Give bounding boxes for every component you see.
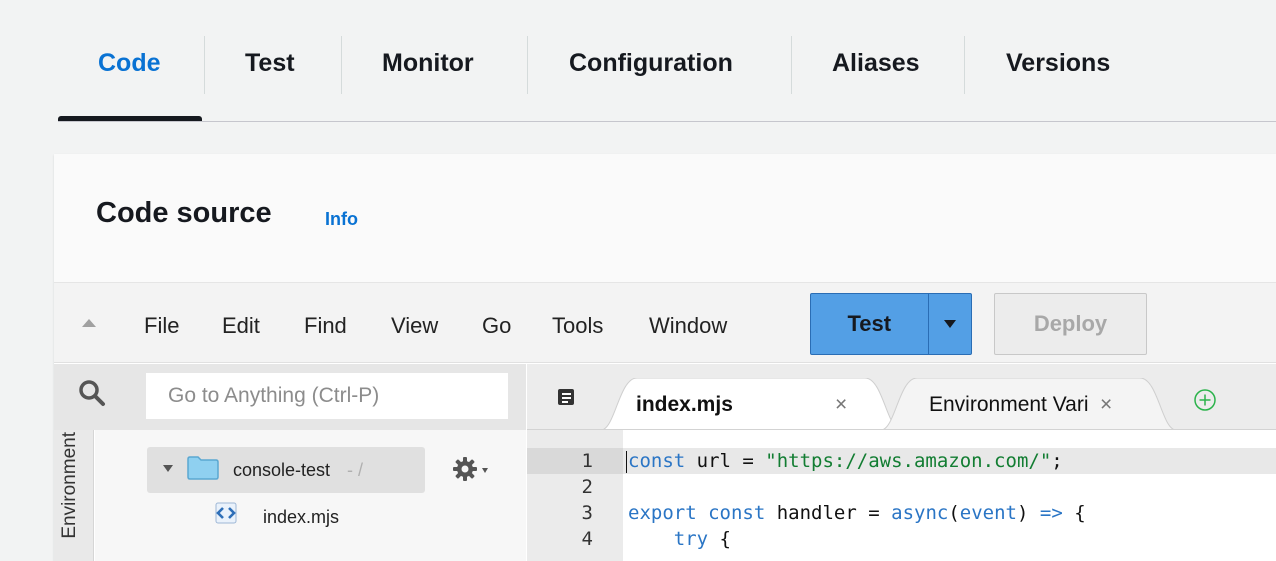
tab-versions[interactable]: Versions xyxy=(1006,0,1110,122)
environment-sidebar-tab[interactable]: Environment xyxy=(54,430,94,561)
editor-tab-label: index.mjs xyxy=(636,393,733,416)
active-tab-indicator xyxy=(58,116,202,121)
line-number: 4 xyxy=(581,528,593,550)
file-tree: console-test - / index.mjs xyxy=(95,430,526,561)
tree-root-path: - / xyxy=(347,460,363,480)
tab-separator xyxy=(791,36,792,94)
go-to-anything-input[interactable] xyxy=(146,373,508,419)
code-line[interactable]: 2 xyxy=(527,474,1276,500)
menu-view[interactable]: View xyxy=(391,313,438,339)
collapse-up-icon[interactable] xyxy=(82,319,96,327)
tree-root-folder[interactable]: console-test - / xyxy=(147,447,425,493)
ide-menubar: File Edit Find View Go Tools Window Test… xyxy=(54,283,1276,363)
text-cursor xyxy=(626,451,627,473)
function-tabs: Code Test Monitor Configuration Aliases … xyxy=(58,0,1276,122)
close-tab-icon[interactable]: × xyxy=(835,393,847,417)
code-line[interactable]: 1 const url = "https://aws.amazon.com/"; xyxy=(527,448,1276,474)
code-editor-ide: File Edit Find View Go Tools Window Test… xyxy=(54,282,1276,561)
code-source-panel: Code source Info File Edit Find View Go … xyxy=(54,154,1276,561)
tab-separator xyxy=(204,36,205,94)
environment-label: Environment xyxy=(59,432,80,539)
code-line-content xyxy=(623,474,1276,500)
line-number: 2 xyxy=(581,476,593,498)
menu-file[interactable]: File xyxy=(144,313,179,339)
editor-tab-index-mjs[interactable]: index.mjs × xyxy=(601,378,901,429)
code-line-content: try { xyxy=(673,528,731,550)
info-link[interactable]: Info xyxy=(325,209,358,230)
tree-file-index-mjs[interactable]: index.mjs xyxy=(263,507,339,528)
tab-monitor[interactable]: Monitor xyxy=(382,0,474,122)
gear-icon[interactable] xyxy=(452,456,478,482)
menu-window[interactable]: Window xyxy=(649,313,727,339)
code-editor[interactable]: 1 const url = "https://aws.amazon.com/";… xyxy=(527,430,1276,561)
panel-header: Code source Info xyxy=(54,154,1276,282)
tab-separator xyxy=(341,36,342,94)
tab-aliases[interactable]: Aliases xyxy=(832,0,920,122)
search-icon[interactable] xyxy=(78,379,106,407)
editor-tab-bar: index.mjs × Environment Vari × xyxy=(527,364,1276,430)
close-tab-icon[interactable]: × xyxy=(1100,393,1112,417)
search-bar xyxy=(54,364,526,430)
js-file-icon xyxy=(215,502,237,524)
test-button[interactable]: Test xyxy=(811,311,928,337)
test-split-button[interactable]: Test xyxy=(810,293,972,355)
panel-title: Code source xyxy=(96,197,272,229)
tab-test[interactable]: Test xyxy=(245,0,295,122)
line-number: 1 xyxy=(527,448,623,474)
line-number: 3 xyxy=(581,502,593,524)
tree-root-name: console-test xyxy=(233,460,331,480)
code-line[interactable]: 4 try { xyxy=(527,526,1276,552)
gear-caret-icon xyxy=(482,468,488,473)
tab-separator xyxy=(964,36,965,94)
tab-separator xyxy=(527,36,528,94)
editor-tab-environment-variables[interactable]: Environment Vari × xyxy=(881,378,1176,429)
caret-down-icon xyxy=(943,320,956,328)
code-line-content: export const handler = async(event) => { xyxy=(628,502,1086,524)
menu-go[interactable]: Go xyxy=(482,313,511,339)
deploy-button[interactable]: Deploy xyxy=(994,293,1147,355)
expand-arrow-icon[interactable] xyxy=(163,465,173,472)
editor-tab-label: Environment Vari xyxy=(929,393,1089,416)
tab-code[interactable]: Code xyxy=(98,0,161,122)
tab-configuration[interactable]: Configuration xyxy=(569,0,733,122)
tab-list-icon[interactable] xyxy=(557,388,575,406)
menu-edit[interactable]: Edit xyxy=(222,313,260,339)
menu-tools[interactable]: Tools xyxy=(552,313,603,339)
test-dropdown-button[interactable] xyxy=(929,294,971,354)
add-tab-icon[interactable] xyxy=(1193,388,1217,412)
folder-icon xyxy=(187,456,219,480)
menu-find[interactable]: Find xyxy=(304,313,347,339)
code-line[interactable]: 3 export const handler = async(event) =>… xyxy=(527,500,1276,526)
code-line-content: const url = "https://aws.amazon.com/"; xyxy=(623,448,1276,474)
